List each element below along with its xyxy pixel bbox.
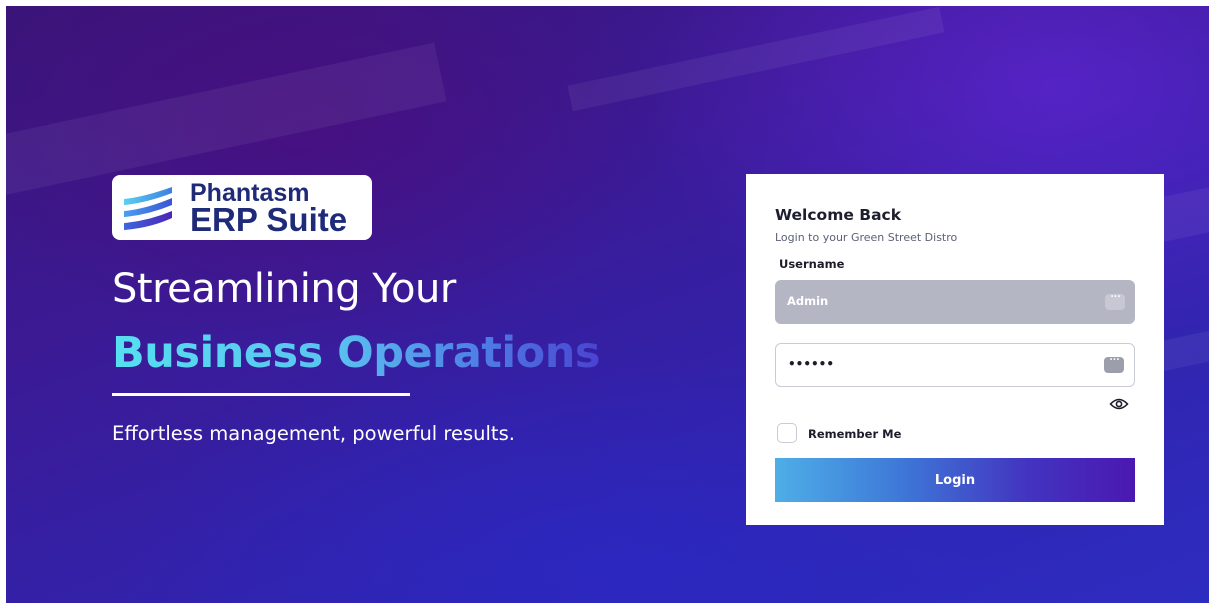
remember-me-label[interactable]: Remember Me — [808, 427, 901, 441]
brand-name-line2: ERP Suite — [190, 201, 348, 238]
password-input[interactable]: •••••• ··· — [775, 343, 1135, 387]
login-page-background: Phantasm ERP Suite Streamlining Your Bus… — [6, 6, 1209, 603]
brand-logo: Phantasm ERP Suite — [112, 175, 372, 240]
hero-headline-line1: Streamlining Your — [112, 266, 456, 312]
password-value: •••••• — [788, 357, 835, 371]
password-manager-icon[interactable]: ··· — [1104, 352, 1124, 373]
login-button-label: Login — [934, 473, 976, 488]
login-title: Welcome Back — [775, 206, 902, 224]
login-button[interactable]: Login — [775, 458, 1135, 502]
hero-tagline: Effortless management, powerful results. — [112, 422, 515, 445]
background-streak — [567, 6, 945, 112]
logo-mark-icon — [124, 187, 172, 230]
username-input[interactable]: Admin ··· — [775, 280, 1135, 324]
login-card: Welcome Back Login to your Green Street … — [746, 174, 1164, 525]
login-subtitle: Login to your Green Street Distro — [775, 231, 958, 244]
remember-me-checkbox[interactable] — [777, 423, 797, 443]
eye-icon[interactable] — [1109, 396, 1129, 412]
hero-underline — [112, 393, 410, 396]
username-value: Admin — [787, 294, 829, 308]
hero-headline-line2: Business Operations — [112, 328, 600, 378]
password-manager-icon[interactable]: ··· — [1105, 289, 1125, 310]
username-label: Username — [779, 257, 845, 271]
